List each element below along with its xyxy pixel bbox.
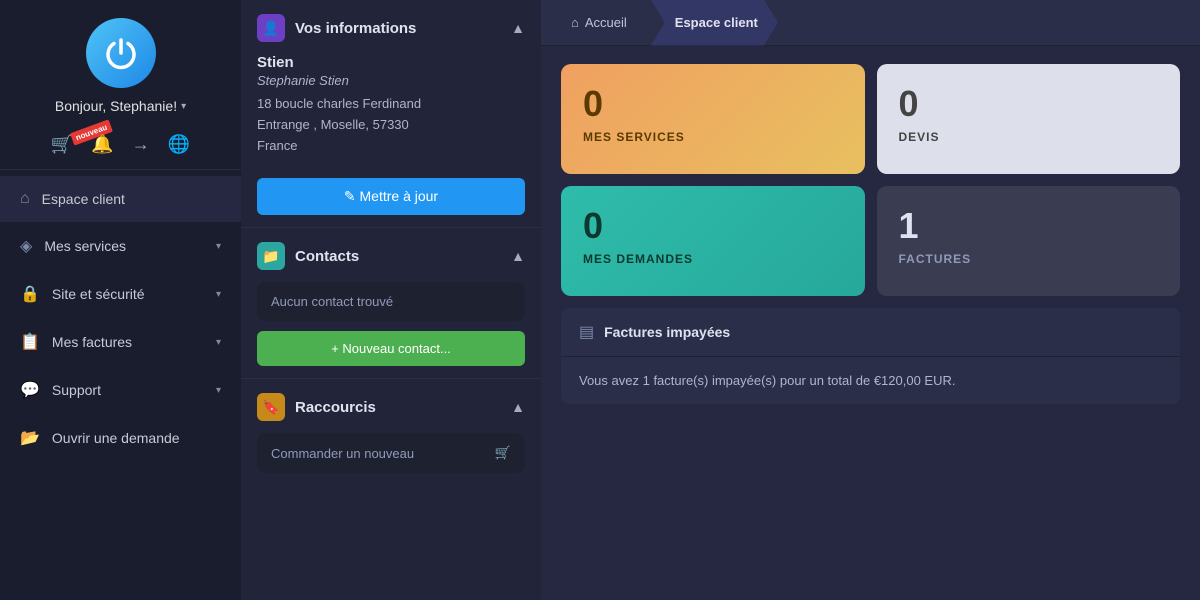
sidebar-item-support[interactable]: 💬 Support ▾ bbox=[0, 366, 241, 414]
stat-label: FACTURES bbox=[899, 252, 1159, 266]
stat-card-mes-services[interactable]: 0 MES SERVICES bbox=[561, 64, 865, 174]
invoices-message: Vous avez 1 facture(s) impayée(s) pour u… bbox=[579, 373, 955, 388]
logo-icon bbox=[86, 18, 156, 88]
services-icon: ◈ bbox=[20, 236, 32, 256]
sidebar-item-ouvrir-demande[interactable]: 📂 Ouvrir une demande bbox=[0, 414, 241, 462]
chevron-down-icon: ▾ bbox=[216, 385, 221, 396]
collapse-button[interactable]: ▲ bbox=[511, 20, 525, 36]
vos-informations-section: 👤 Vos informations ▲ Stien Stephanie Sti… bbox=[241, 0, 541, 227]
greeting-text: Bonjour, Stephanie! bbox=[55, 98, 177, 114]
stat-label: DEVIS bbox=[899, 130, 1159, 144]
cart-icon: 🛒 bbox=[495, 445, 511, 461]
sidebar-icon-bar: 🛒 nouveau 🔔 → 🌐 bbox=[0, 124, 241, 169]
raccourcis-section: 🔖 Raccourcis ▲ Commander un nouveau 🛒 bbox=[241, 379, 541, 485]
user-address-line2: Entrange , Moselle, 57330 bbox=[257, 115, 525, 136]
raccourcis-collapse-button[interactable]: ▲ bbox=[511, 399, 525, 415]
stat-card-factures[interactable]: 1 FACTURES bbox=[877, 186, 1181, 296]
sidebar-item-label: Site et sécurité bbox=[52, 286, 145, 302]
sidebar: Bonjour, Stephanie! ▾ 🛒 nouveau 🔔 → 🌐 ⌂ … bbox=[0, 0, 241, 600]
stat-card-devis[interactable]: 0 DEVIS bbox=[877, 64, 1181, 174]
invoice-icon: 📋 bbox=[20, 332, 40, 352]
breadcrumb-bar: ⌂ Accueil Espace client bbox=[541, 0, 1200, 46]
contacts-header: 📁 Contacts ▲ bbox=[257, 242, 525, 270]
section-header: 👤 Vos informations ▲ bbox=[257, 14, 525, 42]
sidebar-item-label: Mes factures bbox=[52, 334, 132, 350]
user-info-block: Stien Stephanie Stien 18 boucle charles … bbox=[257, 54, 525, 166]
sidebar-item-label: Support bbox=[52, 382, 101, 398]
section-title: 👤 Vos informations bbox=[257, 14, 416, 42]
chevron-down-icon: ▾ bbox=[216, 289, 221, 300]
breadcrumb-home[interactable]: ⌂ Accueil bbox=[561, 0, 651, 46]
sidebar-logo: Bonjour, Stephanie! ▾ bbox=[0, 0, 241, 124]
raccourcis-title-text: Raccourcis bbox=[295, 399, 376, 416]
factures-impayees-section: ▤ Factures impayées Vous avez 1 facture(… bbox=[561, 308, 1180, 404]
breadcrumb-home-label: Accueil bbox=[585, 15, 627, 30]
user-address-line3: France bbox=[257, 136, 525, 157]
raccourcis-item-label: Commander un nouveau bbox=[271, 446, 414, 461]
cart-icon-btn[interactable]: 🛒 nouveau bbox=[51, 134, 73, 155]
breadcrumb-current-label: Espace client bbox=[675, 15, 758, 30]
domain-icon-btn[interactable]: 🌐 bbox=[168, 134, 190, 155]
sidebar-divider bbox=[0, 169, 241, 170]
greeting-chevron-icon: ▾ bbox=[181, 101, 186, 112]
mettre-a-jour-button[interactable]: ✎ Mettre à jour bbox=[257, 178, 525, 215]
main-content: ⌂ Accueil Espace client 0 MES SERVICES 0… bbox=[541, 0, 1200, 600]
chevron-down-icon: ▾ bbox=[216, 337, 221, 348]
breadcrumb-current[interactable]: Espace client bbox=[651, 0, 778, 46]
user-section-icon: 👤 bbox=[257, 14, 285, 42]
stat-card-mes-demandes[interactable]: 0 MES DEMANDES bbox=[561, 186, 865, 296]
stat-number: 0 bbox=[583, 84, 843, 124]
sidebar-item-espace-client[interactable]: ⌂ Espace client bbox=[0, 176, 241, 222]
middle-panel: 👤 Vos informations ▲ Stien Stephanie Sti… bbox=[241, 0, 541, 600]
sidebar-item-label: Espace client bbox=[42, 191, 125, 207]
invoices-body: Vous avez 1 facture(s) impayée(s) pour u… bbox=[561, 357, 1180, 404]
contacts-section: 📁 Contacts ▲ Aucun contact trouvé + Nouv… bbox=[241, 228, 541, 378]
home-icon: ⌂ bbox=[571, 15, 579, 30]
stat-number: 0 bbox=[583, 206, 843, 246]
invoice-list-icon: ▤ bbox=[579, 322, 594, 342]
sidebar-item-label: Mes services bbox=[44, 238, 126, 254]
stat-label: MES DEMANDES bbox=[583, 252, 843, 266]
raccourcis-icon: 🔖 bbox=[257, 393, 285, 421]
contacts-title-text: Contacts bbox=[295, 248, 359, 265]
contacts-icon: 📁 bbox=[257, 242, 285, 270]
contact-empty-message: Aucun contact trouvé bbox=[257, 282, 525, 321]
stat-label: MES SERVICES bbox=[583, 130, 843, 144]
raccourcis-list-item[interactable]: Commander un nouveau 🛒 bbox=[257, 433, 525, 473]
user-greeting[interactable]: Bonjour, Stephanie! ▾ bbox=[55, 98, 186, 114]
sidebar-item-mes-services[interactable]: ◈ Mes services ▾ bbox=[0, 222, 241, 270]
bell-icon-btn[interactable]: 🔔 bbox=[91, 134, 113, 155]
folder-icon: 📂 bbox=[20, 428, 40, 448]
new-contact-button[interactable]: + Nouveau contact... bbox=[257, 331, 525, 366]
user-name: Stien bbox=[257, 54, 525, 71]
contacts-title: 📁 Contacts bbox=[257, 242, 359, 270]
invoices-header: ▤ Factures impayées bbox=[561, 308, 1180, 357]
support-icon: 💬 bbox=[20, 380, 40, 400]
sidebar-item-label: Ouvrir une demande bbox=[52, 430, 180, 446]
raccourcis-title: 🔖 Raccourcis bbox=[257, 393, 376, 421]
home-icon: ⌂ bbox=[20, 190, 30, 208]
invoices-title: Factures impayées bbox=[604, 324, 730, 340]
sidebar-item-mes-factures[interactable]: 📋 Mes factures ▾ bbox=[0, 318, 241, 366]
section-title-text: Vos informations bbox=[295, 20, 416, 37]
lock-icon: 🔒 bbox=[20, 284, 40, 304]
raccourcis-header: 🔖 Raccourcis ▲ bbox=[257, 393, 525, 421]
stat-number: 1 bbox=[899, 206, 1159, 246]
sidebar-item-site-securite[interactable]: 🔒 Site et sécurité ▾ bbox=[0, 270, 241, 318]
stats-grid: 0 MES SERVICES 0 DEVIS 0 MES DEMANDES 1 … bbox=[541, 46, 1200, 308]
sidebar-nav: ⌂ Espace client ◈ Mes services ▾ 🔒 Site … bbox=[0, 176, 241, 600]
user-fullname: Stephanie Stien bbox=[257, 73, 525, 88]
contacts-collapse-button[interactable]: ▲ bbox=[511, 248, 525, 264]
chevron-down-icon: ▾ bbox=[216, 241, 221, 252]
arrow-icon-btn[interactable]: → bbox=[132, 134, 150, 155]
stat-number: 0 bbox=[899, 84, 1159, 124]
user-address-line1: 18 boucle charles Ferdinand bbox=[257, 94, 525, 115]
